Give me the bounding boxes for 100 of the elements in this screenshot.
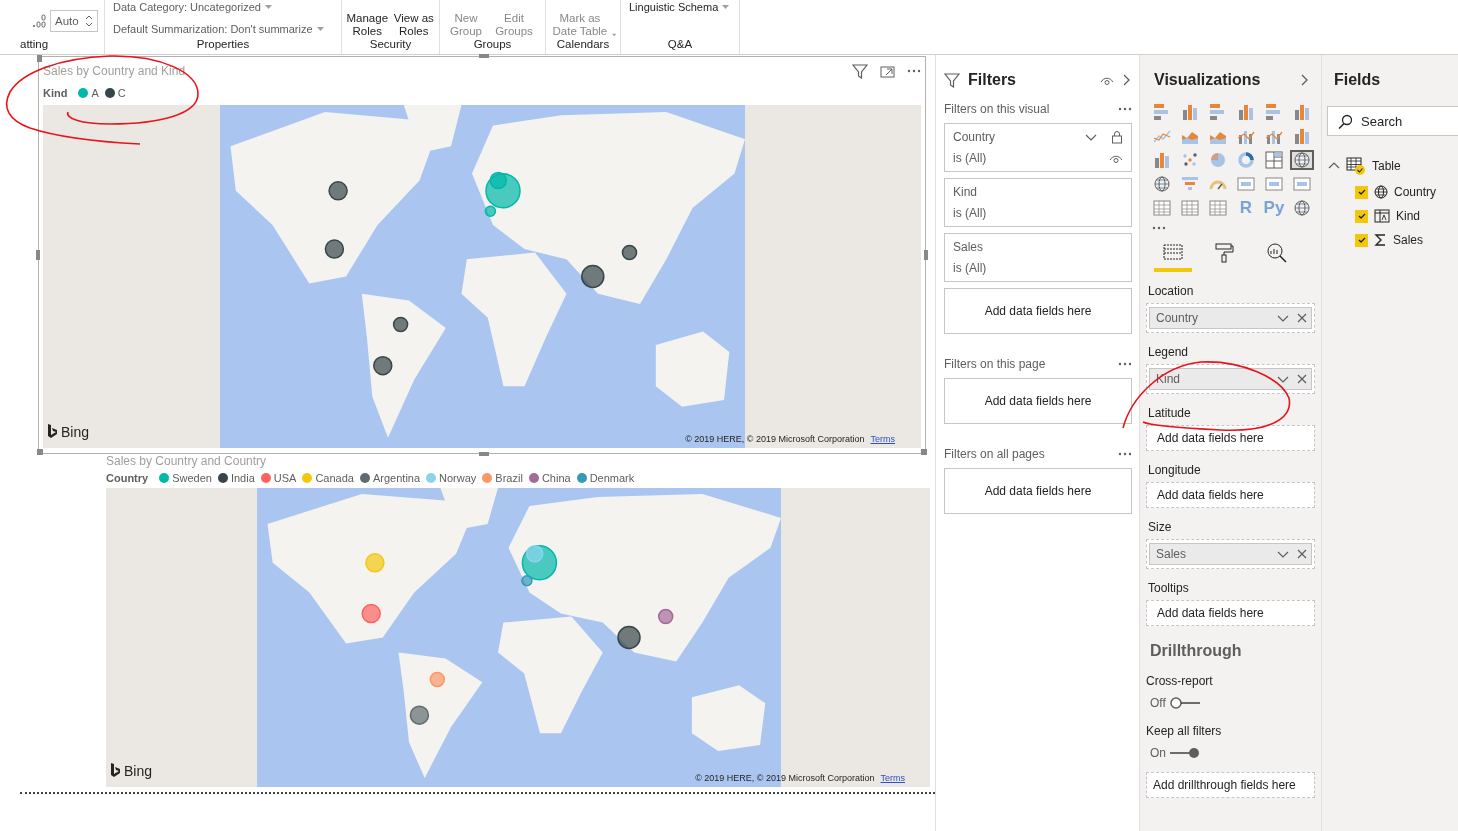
dropdown[interactable]: Default Summarization: Don't summarize (113, 22, 324, 35)
sigma-icon (1374, 233, 1387, 247)
drop-zone[interactable]: Add data fields here (944, 378, 1132, 424)
attribution-text: © 2019 HERE, © 2019 Microsoft Corporation (685, 434, 865, 444)
legend-label: Norway (439, 472, 477, 484)
group-label: Q&A (666, 38, 694, 52)
terms-link[interactable]: Terms (870, 434, 895, 444)
more-icon[interactable] (1118, 452, 1132, 456)
legend-label: India (230, 472, 255, 484)
drop-zone[interactable]: Add data fields here (1146, 482, 1315, 508)
visual-frame[interactable]: Sales by Country and Kind Kind A C Bing © 2019 HERE, © 2019 Microsoft Corporation Terms (38, 56, 926, 454)
chevron-right-icon[interactable] (1300, 74, 1309, 86)
globe-icon (1374, 185, 1388, 199)
drop-zone[interactable]: Add data fields here (944, 288, 1132, 334)
visual-title: Sales by Country and Kind (43, 64, 187, 78)
drop-zone[interactable]: Add drillthrough fields here (1146, 772, 1315, 798)
more-icon[interactable] (1118, 362, 1132, 366)
chevron-down-icon[interactable] (1277, 549, 1289, 559)
caret-icon (316, 25, 324, 32)
more-icon[interactable] (1118, 107, 1132, 111)
search-box[interactable]: Search (1327, 106, 1458, 136)
filter-field: Kind (953, 185, 978, 199)
well-label: Size (1148, 520, 1173, 534)
section-title: Filters on this page (944, 357, 1046, 371)
setting-label: Keep all filters (1146, 724, 1223, 738)
remove-icon[interactable] (1297, 374, 1307, 384)
resize-handle[interactable] (479, 452, 489, 456)
checkbox[interactable] (1355, 209, 1368, 223)
legend-title: Country (106, 472, 149, 484)
provider-name: Bing (124, 763, 153, 779)
resize-handle[interactable] (924, 250, 928, 260)
legend-label: Canada (315, 472, 354, 484)
treemap-icon[interactable] (1262, 150, 1286, 170)
resize-handle[interactable] (37, 449, 43, 455)
filter-card[interactable]: Country is (All) (944, 123, 1132, 172)
pane-title: Filters (968, 71, 1017, 89)
filter-icon[interactable] (852, 63, 868, 79)
eye-icon[interactable] (1100, 75, 1114, 85)
check-icon (1356, 187, 1367, 197)
number-spinner[interactable]: Auto (50, 10, 98, 32)
checkbox[interactable] (1355, 185, 1368, 199)
ribbon-button[interactable]: View as Roles (392, 0, 435, 38)
dropdown[interactable]: Linguistic Schema (629, 0, 730, 13)
filter-icon (944, 72, 960, 88)
field-name: Country (1394, 185, 1437, 199)
resize-handle[interactable] (36, 250, 40, 260)
chevron-icon[interactable] (1328, 161, 1340, 171)
table-name: Table (1372, 159, 1401, 173)
search-field[interactable]: Search (1361, 109, 1458, 133)
logo-icon (47, 424, 58, 440)
check-icon (1356, 211, 1367, 221)
provider-name: Bing (61, 424, 90, 440)
legend-label: Sweden (172, 472, 212, 484)
group-label: Calendars (555, 38, 611, 52)
chevron-down-icon[interactable] (1277, 313, 1289, 323)
remove-icon[interactable] (1297, 549, 1307, 559)
decimal-icon[interactable] (32, 14, 46, 28)
resize-handle[interactable] (479, 54, 489, 58)
more-icon[interactable] (907, 69, 921, 73)
chevron-right-icon[interactable] (1122, 74, 1131, 86)
table-icon[interactable] (1206, 198, 1230, 218)
dropdown[interactable]: Data Category: Uncategorized (113, 0, 272, 13)
ribbon-button[interactable]: Manage Roles (346, 0, 389, 38)
drop-zone[interactable]: Add data fields here (1146, 600, 1315, 626)
chevron-down-icon[interactable] (1085, 132, 1097, 142)
resize-handle[interactable] (921, 449, 927, 455)
fields-tab-icon[interactable] (1154, 242, 1192, 272)
attribution-text: © 2019 HERE, © 2019 Microsoft Corporation (695, 773, 875, 783)
resize-handle[interactable] (37, 55, 42, 62)
more-icon[interactable] (1152, 226, 1166, 230)
legend-label: Argentina (372, 472, 421, 484)
field-name: Sales (1393, 233, 1424, 247)
globe-icon[interactable] (1290, 150, 1314, 170)
drop-zone[interactable]: Add data fields here (1146, 425, 1315, 451)
filter-card[interactable]: Sales is (All) (944, 233, 1132, 282)
well-label: Tooltips (1148, 581, 1190, 595)
section-title: Drillthrough (1150, 642, 1243, 660)
filter-condition: is (All) (953, 151, 987, 165)
legend-title: Kind (43, 87, 68, 99)
toggle-switch[interactable] (1170, 747, 1200, 759)
checkbox[interactable] (1355, 233, 1368, 247)
legend-label: China (541, 472, 571, 484)
focus-mode-icon[interactable] (880, 63, 895, 79)
terms-link[interactable]: Terms (880, 773, 905, 783)
well-label: Latitude (1148, 406, 1192, 420)
filter-card[interactable]: Kind is (All) (944, 178, 1132, 227)
pane-title: Visualizations (1154, 71, 1261, 89)
toggle-state: On (1150, 746, 1166, 760)
legend-label: A (91, 87, 99, 99)
drop-zone[interactable]: Add data fields here (944, 468, 1132, 514)
caret-icon (722, 3, 730, 10)
lock-icon[interactable] (1111, 130, 1123, 144)
table-icon[interactable] (1150, 198, 1174, 218)
setting-label: Cross-report (1146, 674, 1214, 688)
eye-icon[interactable] (1109, 153, 1123, 163)
chevron-down-icon[interactable] (1277, 374, 1289, 384)
toggle-switch[interactable] (1169, 697, 1200, 709)
table-icon[interactable] (1178, 198, 1202, 218)
remove-icon[interactable] (1297, 313, 1307, 323)
group-label: Security (368, 38, 413, 52)
